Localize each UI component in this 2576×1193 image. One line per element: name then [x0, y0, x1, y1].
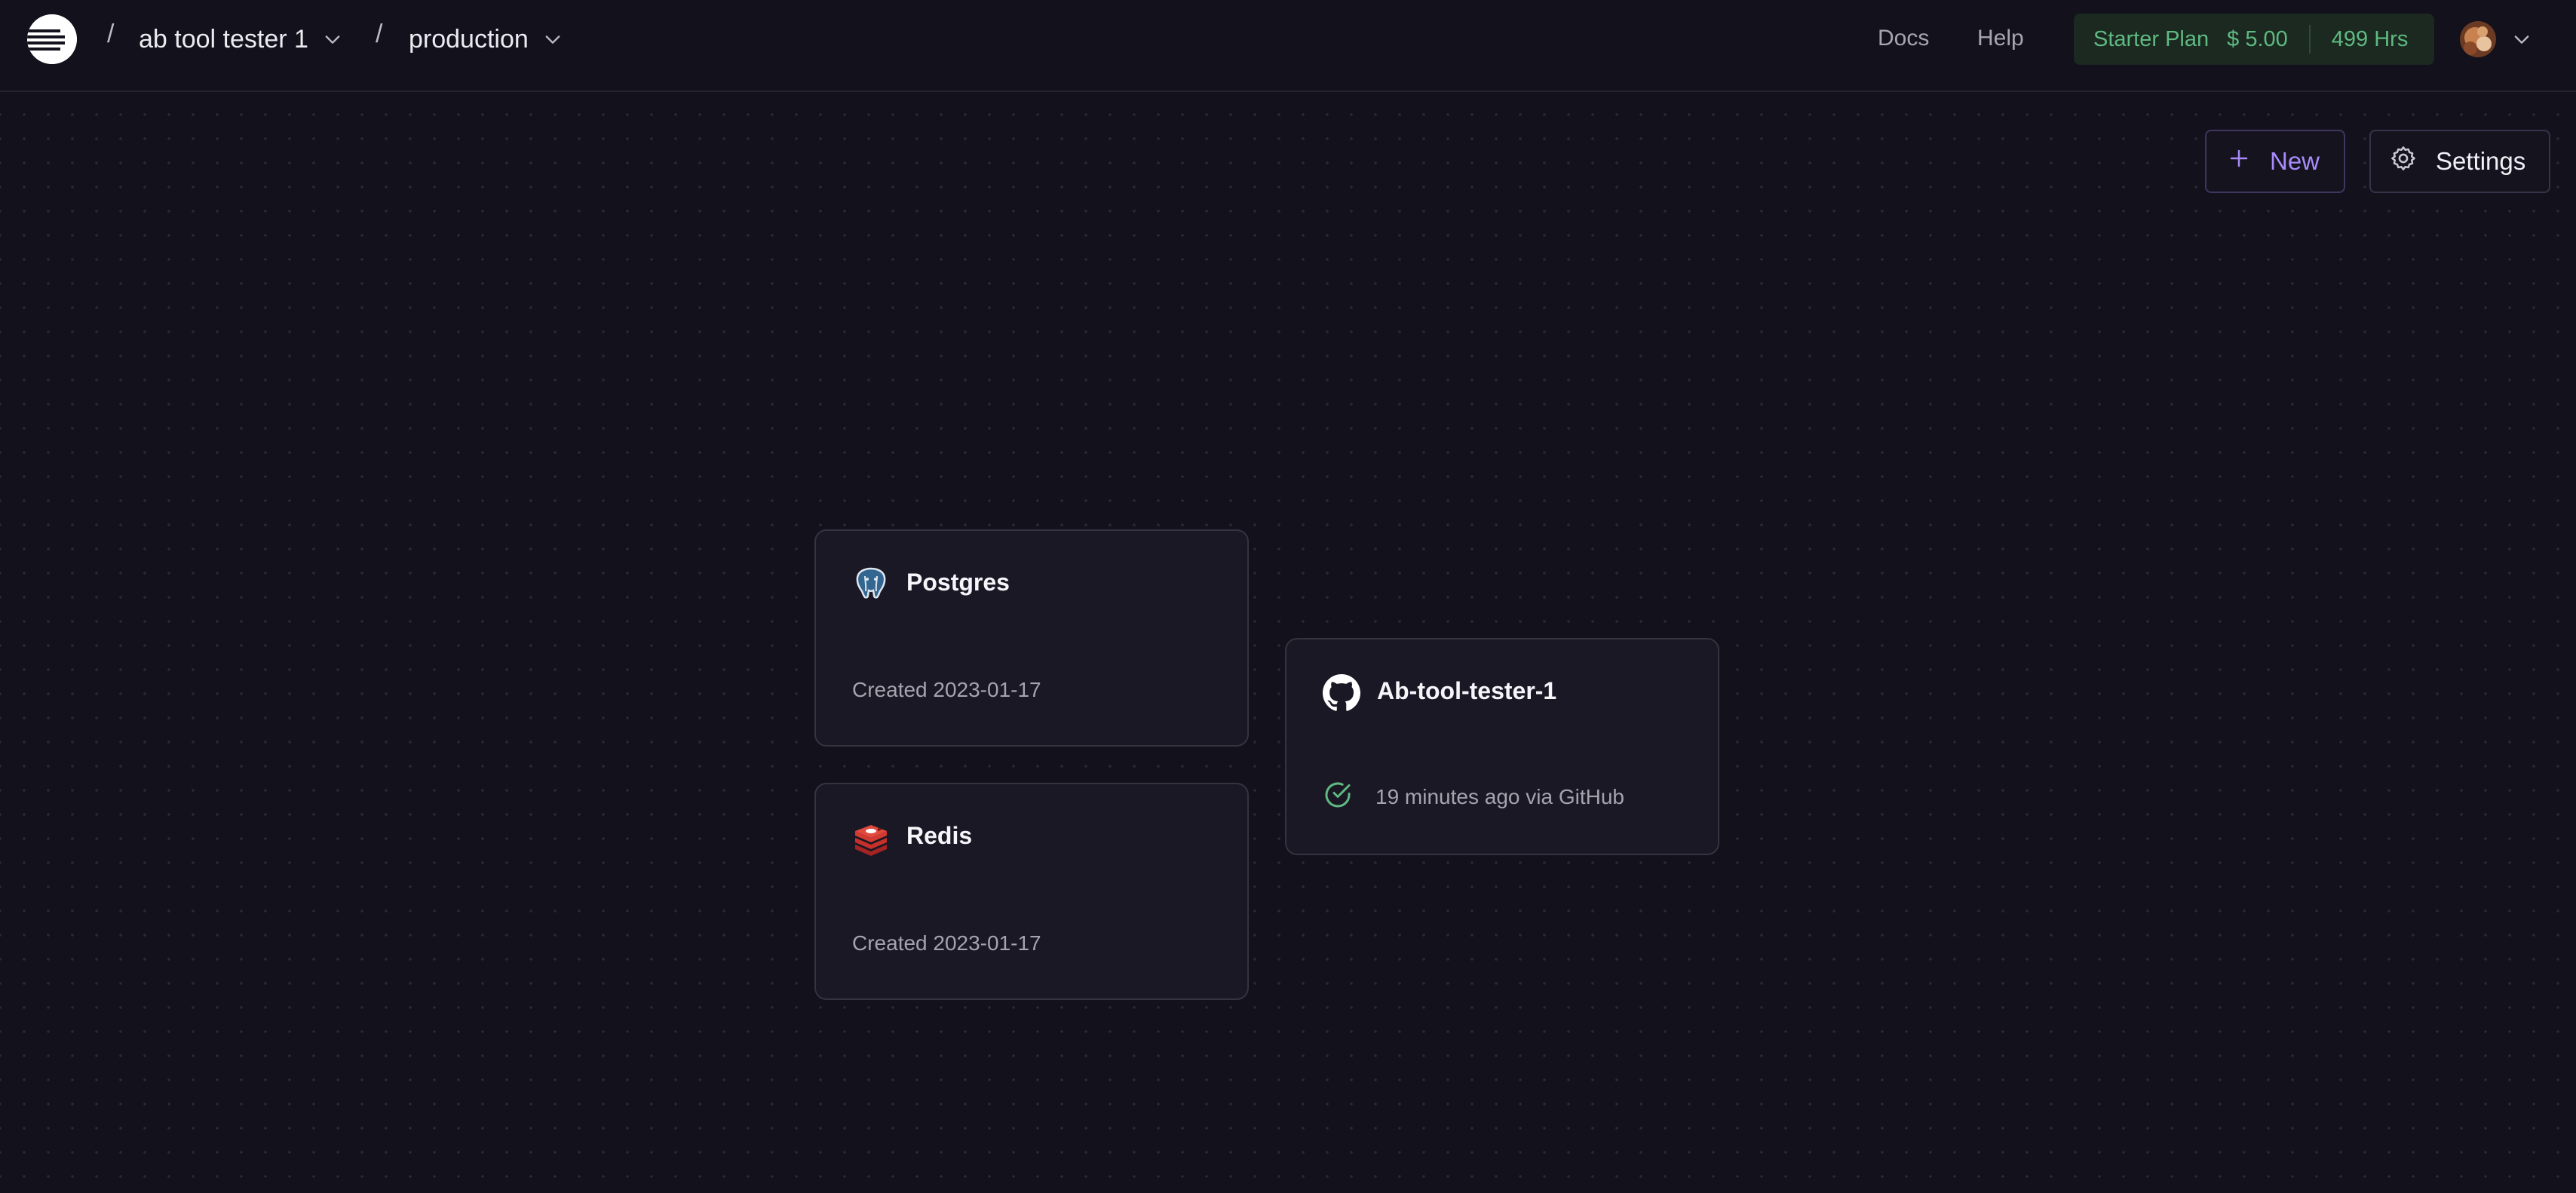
gear-icon [2389, 144, 2418, 179]
service-card-ab-tool-tester[interactable]: Ab-tool-tester-1 19 minutes ago via GitH… [1285, 638, 1719, 855]
environment-name: production [409, 24, 529, 54]
plan-hours: 499 Hrs [2331, 26, 2409, 51]
plan-divider [2308, 25, 2311, 54]
service-name: Postgres [906, 569, 1010, 596]
new-button[interactable]: New [2205, 130, 2345, 193]
settings-button[interactable]: Settings [2369, 130, 2550, 193]
chevron-down-icon [542, 29, 563, 50]
service-name: Redis [906, 822, 973, 849]
project-selector[interactable]: ab tool tester 1 [139, 17, 343, 62]
service-created-date: Created 2023-01-17 [852, 678, 1041, 701]
check-circle-icon [1323, 780, 1353, 814]
github-icon [1323, 674, 1360, 712]
plus-icon [2228, 147, 2250, 176]
plan-price: $ 5.00 [2227, 26, 2288, 51]
service-name: Ab-tool-tester-1 [1377, 677, 1557, 704]
chevron-down-icon [322, 29, 343, 50]
help-link[interactable]: Help [1977, 26, 2024, 51]
railway-logo-icon[interactable] [27, 14, 77, 64]
service-card-postgres[interactable]: Postgres Created 2023-01-17 [814, 529, 1249, 747]
settings-button-label: Settings [2436, 147, 2526, 175]
service-card-redis[interactable]: Redis Created 2023-01-17 [814, 783, 1249, 1000]
redis-icon [852, 819, 890, 857]
environment-selector[interactable]: production [409, 17, 563, 62]
plan-usage-badge[interactable]: Starter Plan $ 5.00 499 Hrs [2074, 14, 2434, 65]
avatar[interactable] [2460, 21, 2496, 57]
deployment-status-text: 19 minutes ago via GitHub [1375, 784, 1624, 808]
new-button-label: New [2270, 147, 2320, 175]
service-created-date: Created 2023-01-17 [852, 931, 1041, 955]
postgres-icon [852, 566, 890, 603]
docs-link[interactable]: Docs [1878, 26, 1929, 51]
chevron-down-icon[interactable] [2511, 29, 2532, 54]
deployment-status: 19 minutes ago via GitHub [1323, 780, 1624, 814]
plan-name: Starter Plan [2093, 26, 2210, 51]
project-name: ab tool tester 1 [139, 24, 308, 54]
breadcrumb-separator: / [376, 20, 383, 48]
top-bar: / ab tool tester 1 / production Docs Hel… [0, 0, 2576, 92]
breadcrumb-separator: / [107, 20, 115, 48]
